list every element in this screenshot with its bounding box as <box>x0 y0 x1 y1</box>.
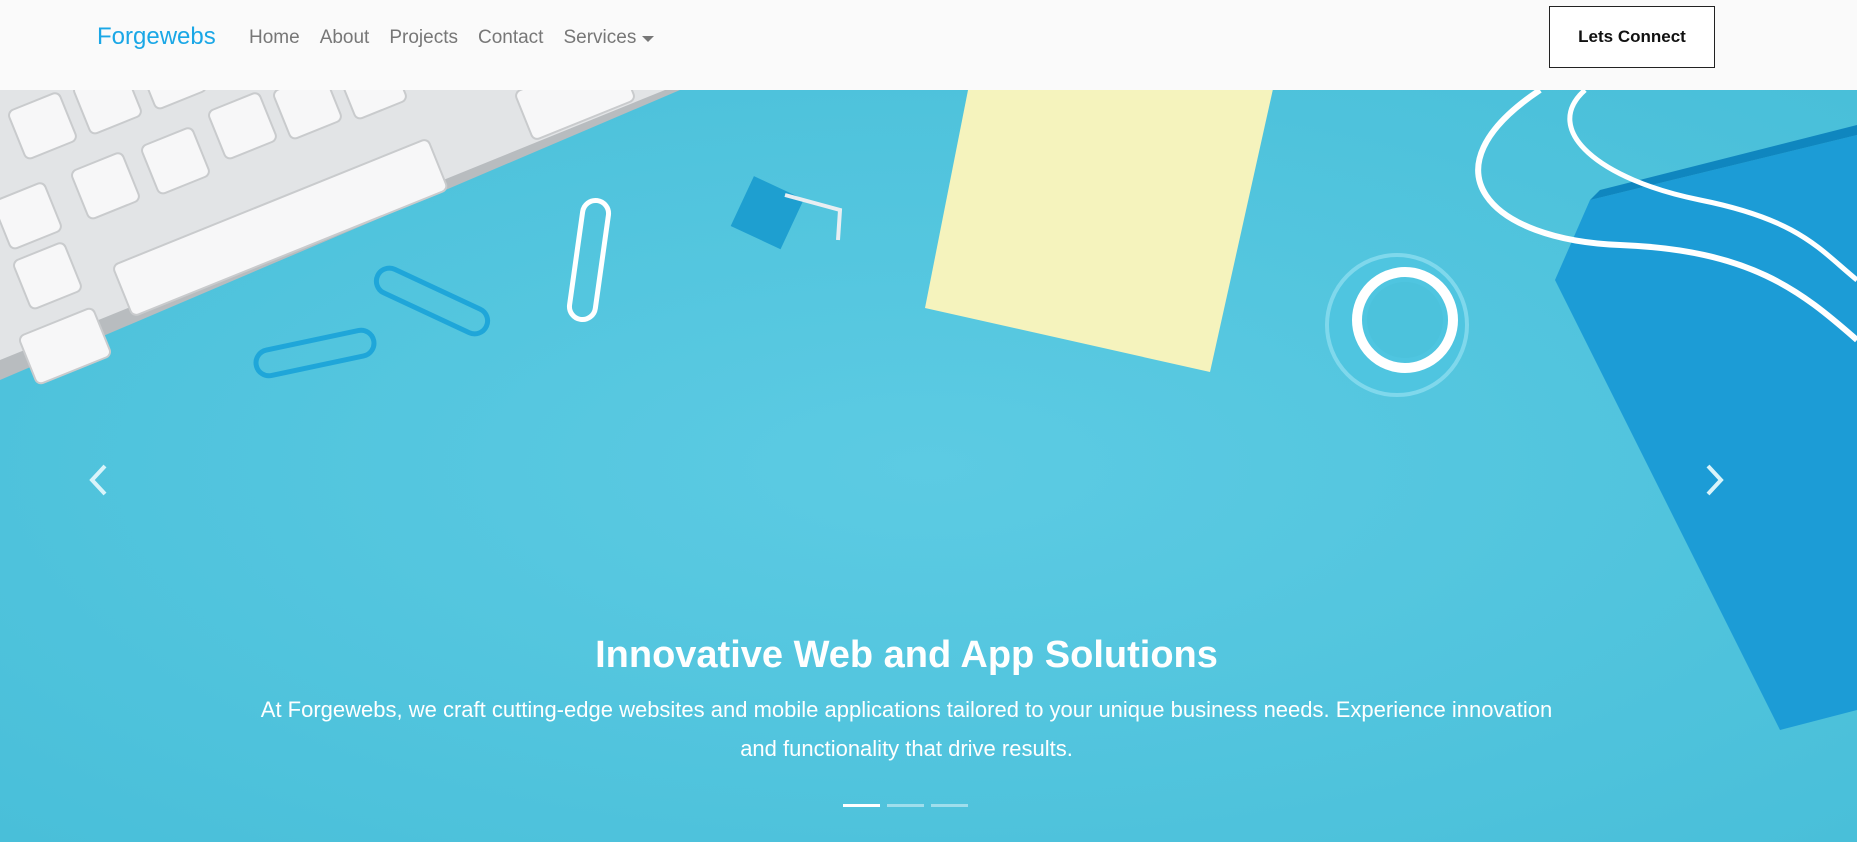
nav-dropdown-services[interactable]: Services <box>563 27 655 49</box>
carousel-caption: Innovative Web and App Solutions At Forg… <box>200 630 1613 768</box>
carousel-indicators <box>843 804 968 807</box>
hero-title: Innovative Web and App Solutions <box>595 634 1218 676</box>
carousel-next-button[interactable] <box>1695 450 1735 510</box>
carousel-indicator-1[interactable] <box>843 804 880 807</box>
nav-link-contact[interactable]: Contact <box>478 27 543 49</box>
nav-link-about[interactable]: About <box>320 27 370 49</box>
lets-connect-button[interactable]: Lets Connect <box>1549 6 1715 68</box>
caret-down-icon <box>642 36 655 42</box>
nav-dropdown-label: Services <box>563 27 637 48</box>
chevron-right-icon <box>1706 464 1724 496</box>
carousel-indicator-2[interactable] <box>887 804 924 807</box>
nav-links: Home About Projects Contact Services <box>249 27 655 49</box>
chevron-left-icon <box>89 464 107 496</box>
nav-link-home[interactable]: Home <box>249 27 300 49</box>
carousel-indicator-3[interactable] <box>931 804 968 807</box>
hero-subtitle: At Forgewebs, we craft cutting-edge webs… <box>260 697 1553 761</box>
carousel-prev-button[interactable] <box>78 450 118 510</box>
hero-carousel: Innovative Web and App Solutions At Forg… <box>0 90 1857 842</box>
nav-link-projects[interactable]: Projects <box>389 27 458 49</box>
brand-logo[interactable]: Forgewebs <box>97 23 216 51</box>
navbar: Forgewebs Home About Projects Contact Se… <box>0 0 1857 90</box>
